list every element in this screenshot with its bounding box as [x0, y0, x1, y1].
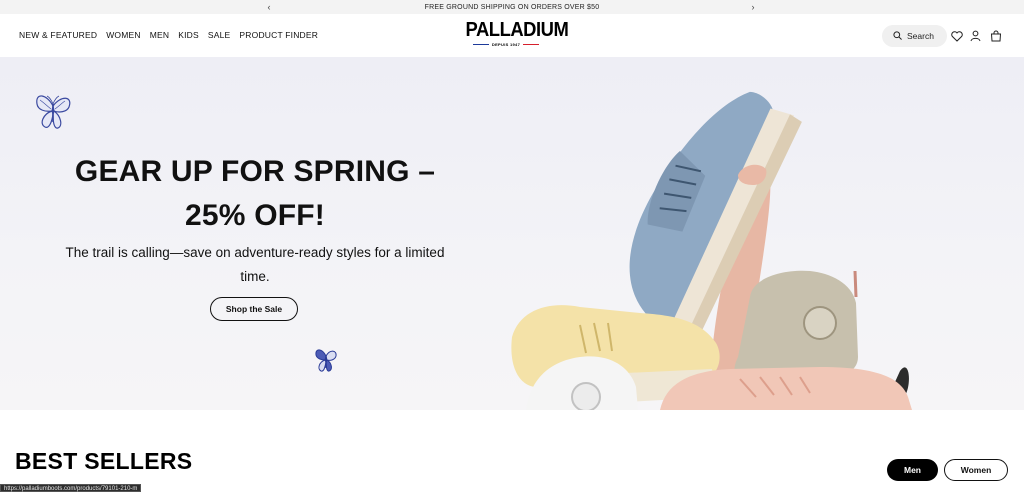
logo-red-stripe [523, 43, 540, 46]
hero-shoes-image [511, 91, 912, 410]
logo-tagline: DEPUIS 1947 [462, 42, 550, 47]
nav-new-featured[interactable]: NEW & FEATURED [19, 30, 97, 40]
hero-subtitle-line1: The trail is calling—save on adventure-r… [65, 245, 445, 260]
announcement-prev-arrow[interactable]: ‹ [262, 0, 276, 14]
hero-subtitle: The trail is calling—save on adventure-r… [40, 241, 470, 289]
nav-kids[interactable]: KIDS [178, 30, 199, 40]
account-icon[interactable] [968, 29, 982, 43]
search-icon [893, 27, 902, 45]
announcement-bar: ‹ FREE GROUND SHIPPING ON ORDERS OVER $5… [0, 0, 1024, 14]
logo-blue-stripe [472, 43, 489, 46]
bag-icon[interactable] [989, 29, 1003, 43]
hero-title: GEAR UP FOR SPRING – 25% OFF! [40, 150, 470, 238]
tab-men[interactable]: Men [887, 459, 938, 481]
logo-wordmark: PALLADIUM [465, 19, 569, 41]
hero-title-line2: 25% OFF! [185, 199, 325, 232]
status-bar-url: https://palladiumboots.com/products/7910… [0, 484, 142, 492]
announcement-message[interactable]: FREE GROUND SHIPPING ON ORDERS OVER $50 [425, 4, 600, 11]
palladium-logo[interactable]: PALLADIUM DEPUIS 1947 [462, 19, 569, 51]
search-button[interactable]: Search [882, 25, 947, 47]
nav-men[interactable]: MEN [150, 30, 170, 40]
hero-subtitle-line2: time. [240, 269, 270, 284]
tab-women[interactable]: Women [944, 459, 1008, 481]
nav-sale[interactable]: SALE [208, 30, 231, 40]
site-header: NEW & FEATURED WOMEN MEN KIDS SALE PRODU… [0, 14, 1024, 56]
shop-the-sale-button[interactable]: Shop the Sale [210, 297, 298, 321]
main-nav: NEW & FEATURED WOMEN MEN KIDS SALE PRODU… [19, 14, 318, 56]
logo-tagline-text: DEPUIS 1947 [491, 42, 521, 47]
nav-product-finder[interactable]: PRODUCT FINDER [239, 30, 318, 40]
hero-banner[interactable]: GEAR UP FOR SPRING – 25% OFF! The trail … [0, 57, 1024, 410]
announcement-next-arrow[interactable]: › [746, 0, 760, 14]
hero-title-line1: GEAR UP FOR SPRING – [74, 155, 436, 188]
butterfly-icon [36, 95, 71, 129]
heart-icon[interactable] [950, 29, 964, 43]
search-label: Search [907, 31, 934, 41]
nav-women[interactable]: WOMEN [106, 30, 141, 40]
butterfly-small-icon [315, 349, 337, 372]
best-sellers-title: BEST SELLERS [15, 448, 193, 474]
